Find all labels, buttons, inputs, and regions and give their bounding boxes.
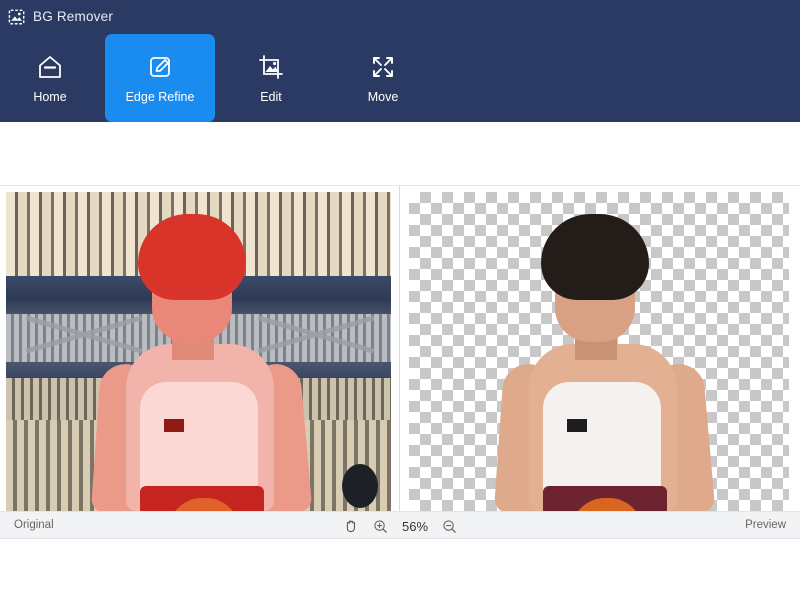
- edit-toolbar: Keep Erase Brush Size: 15: [0, 122, 800, 293]
- panel-divider: [399, 186, 400, 511]
- canvas-area: [0, 186, 800, 511]
- zoom-level: 56%: [401, 518, 429, 534]
- app-header: BG Remover Home Edge Refine Edit Move: [0, 0, 800, 122]
- app-brand: BG Remover: [8, 7, 113, 27]
- tab-move-label: Move: [367, 90, 399, 105]
- original-image[interactable]: [6, 192, 391, 511]
- subject-hair: [541, 214, 649, 300]
- image-crop-icon: [259, 55, 283, 80]
- subject-cutout: [481, 214, 716, 511]
- zoom-out-icon[interactable]: [442, 519, 457, 534]
- preview-image-transparent[interactable]: [409, 192, 789, 511]
- image-crop-icon: [8, 9, 25, 24]
- edit-pen-icon: [150, 57, 170, 78]
- zoom-in-icon[interactable]: [373, 519, 388, 534]
- tab-edge-refine[interactable]: Edge Refine: [105, 34, 215, 122]
- zoom-controls: 56%: [343, 512, 457, 540]
- apparel-logo: [567, 419, 587, 432]
- apparel-logo: [164, 419, 184, 432]
- tab-home-label: Home: [33, 90, 67, 105]
- tab-edge-refine-label: Edge Refine: [125, 90, 195, 105]
- tab-edit-label: Edit: [260, 90, 282, 105]
- move-arrows-icon: [373, 57, 393, 78]
- original-label: Original: [14, 519, 54, 531]
- background-object: [342, 464, 378, 508]
- status-bar: Original 56% Preview: [0, 511, 800, 539]
- subject-original-overlay: [78, 214, 313, 511]
- app-title: BG Remover: [33, 9, 114, 25]
- tab-move[interactable]: Move: [328, 34, 438, 122]
- hand-tool-icon[interactable]: [343, 518, 359, 534]
- subject-hair: [138, 214, 246, 300]
- tab-home[interactable]: Home: [0, 34, 105, 122]
- preview-label: Preview: [745, 519, 786, 531]
- main-nav: Home Edge Refine Edit Move: [0, 34, 800, 122]
- bottom-action-bar: New Image Download: [0, 539, 800, 593]
- bg-remover-app: BG Remover Home Edge Refine Edit Move Or…: [0, 0, 800, 593]
- original-panel[interactable]: [0, 186, 400, 511]
- home-icon: [39, 56, 61, 79]
- tab-edit[interactable]: Edit: [216, 34, 326, 122]
- preview-panel[interactable]: [401, 186, 800, 511]
